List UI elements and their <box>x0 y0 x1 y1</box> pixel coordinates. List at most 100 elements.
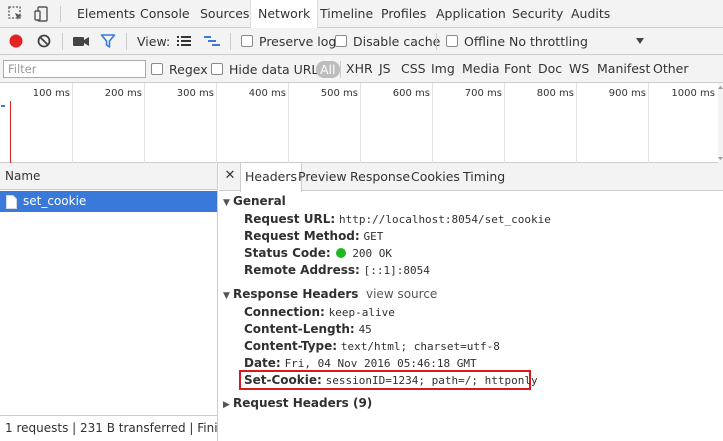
name-column-header[interactable]: Name <box>0 163 217 190</box>
tab-audits[interactable]: Audits <box>564 0 617 28</box>
timeline-gridline <box>288 83 289 163</box>
timeline-tick-label: 800 ms <box>536 88 574 99</box>
large-rows-icon[interactable] <box>176 34 192 48</box>
general-section-toggle[interactable]: ▼ General <box>223 194 286 208</box>
header-row: Request Method: GET <box>244 229 383 243</box>
general-section-title: General <box>233 194 286 208</box>
filter-icon[interactable] <box>100 33 116 49</box>
header-row: Connection: keep-alive <box>244 305 395 319</box>
header-row: Content-Type: text/html; charset=utf-8 <box>244 339 500 353</box>
request-headers-title: Request Headers (9) <box>233 396 373 410</box>
request-list: Name set_cookie 1 requests | 231 B trans… <box>0 163 218 441</box>
offline-checkbox[interactable] <box>446 35 458 47</box>
filter-type-all[interactable]: All <box>316 61 340 78</box>
waterfall-overview-icon[interactable] <box>203 34 221 48</box>
timeline-gridline <box>144 83 145 163</box>
timeline-gridline <box>576 83 577 163</box>
tab-preview[interactable]: Preview <box>294 163 351 191</box>
toolbar-divider <box>340 61 341 78</box>
header-row: Remote Address: [::1]:8054 <box>244 263 430 277</box>
capture-screenshots-icon[interactable] <box>72 33 90 49</box>
tab-timing[interactable]: Timing <box>459 163 509 191</box>
header-value: sessionID=1234; path=/; httponly <box>325 374 538 387</box>
tab-console[interactable]: Console <box>133 0 197 28</box>
header-value: text/html; charset=utf-8 <box>340 340 500 353</box>
view-source-link[interactable]: view source <box>366 287 437 301</box>
filter-type-other[interactable]: Other <box>650 55 692 83</box>
clear-icon[interactable] <box>36 33 52 49</box>
disable-cache-checkbox[interactable] <box>335 35 347 47</box>
timeline-tick-label: 100 ms <box>32 88 70 99</box>
device-mode-icon[interactable] <box>33 5 51 23</box>
regex-checkbox[interactable] <box>151 63 163 75</box>
preserve-log-label: Preserve log <box>259 34 337 49</box>
filter-type-font[interactable]: Font <box>501 55 534 83</box>
header-key: Content-Type: <box>244 339 338 353</box>
load-event-marker <box>10 101 11 163</box>
header-row: Content-Length: 45 <box>244 322 372 336</box>
filter-type-css[interactable]: CSS <box>398 55 429 83</box>
tab-security[interactable]: Security <box>505 0 570 28</box>
header-value: http://localhost:8054/set_cookie <box>338 213 551 226</box>
throttling-value: No throttling <box>509 34 588 49</box>
header-key: Set-Cookie: <box>244 373 322 387</box>
header-key: Request Method: <box>244 229 360 243</box>
tab-timeline[interactable]: Timeline <box>313 0 380 28</box>
toolbar-divider <box>230 33 231 50</box>
tab-network[interactable]: Network <box>250 0 319 28</box>
hide-data-urls-checkbox[interactable] <box>211 63 223 75</box>
header-value: Fri, 04 Nov 2016 05:46:18 GMT <box>284 357 477 370</box>
document-icon <box>6 195 17 209</box>
tab-profiles[interactable]: Profiles <box>374 0 433 28</box>
close-icon[interactable]: ✕ <box>222 168 238 184</box>
filter-type-img[interactable]: Img <box>428 55 458 83</box>
header-value: keep-alive <box>328 306 395 319</box>
timeline-scrollbar[interactable] <box>718 83 723 163</box>
triangle-right-icon: ▶ <box>223 400 230 410</box>
tab-cookies[interactable]: Cookies <box>407 163 464 191</box>
filter-bar: Regex Hide data URLs All XHR JS CSS Img … <box>0 55 723 83</box>
request-name: set_cookie <box>23 194 87 208</box>
header-value: 200 OK <box>352 247 393 260</box>
preserve-log-checkbox[interactable] <box>241 35 253 47</box>
filter-type-manifest[interactable]: Manifest <box>594 55 653 83</box>
timeline-tick-label: 400 ms <box>248 88 286 99</box>
throttling-select[interactable]: No throttling <box>509 28 649 55</box>
filter-input[interactable] <box>3 60 146 78</box>
record-icon[interactable] <box>8 33 24 49</box>
view-label: View: <box>137 34 171 49</box>
tab-elements[interactable]: Elements <box>70 0 142 28</box>
disable-cache-label: Disable cache <box>353 34 441 49</box>
header-row: Date: Fri, 04 Nov 2016 05:46:18 GMT <box>244 356 477 370</box>
header-key: Status Code: <box>244 246 331 260</box>
header-key: Request URL: <box>244 212 336 226</box>
hide-data-urls-label: Hide data URLs <box>229 62 325 77</box>
inspect-element-icon[interactable] <box>7 5 25 23</box>
tab-application[interactable]: Application <box>429 0 513 28</box>
request-details: ✕ Headers Preview Response Cookies Timin… <box>219 163 723 441</box>
header-value: 45 <box>358 323 372 336</box>
timeline-overview[interactable]: 100 ms 200 ms 300 ms 400 ms 500 ms 600 m… <box>0 83 723 163</box>
toolbar-divider <box>126 33 127 50</box>
filter-type-doc[interactable]: Doc <box>535 55 565 83</box>
filter-type-media[interactable]: Media <box>459 55 503 83</box>
request-row-set-cookie[interactable]: set_cookie <box>0 191 217 212</box>
response-headers-section-toggle[interactable]: ▼ Response Headers <box>223 287 358 301</box>
timeline-tick-label: 600 ms <box>392 88 430 99</box>
triangle-down-icon: ▼ <box>223 198 230 208</box>
timeline-gridline <box>72 83 73 163</box>
toolbar-divider <box>436 33 437 50</box>
filter-type-xhr[interactable]: XHR <box>343 55 376 83</box>
timeline-tick-label: 700 ms <box>464 88 502 99</box>
filter-type-ws[interactable]: WS <box>566 55 592 83</box>
timeline-gridline <box>432 83 433 163</box>
tab-response[interactable]: Response <box>346 163 414 191</box>
tab-sources[interactable]: Sources <box>193 0 256 28</box>
tab-headers[interactable]: Headers <box>240 163 303 192</box>
request-headers-section-toggle[interactable]: ▶ Request Headers (9) <box>223 396 372 410</box>
header-row-set-cookie: Set-Cookie: sessionID=1234; path=/; http… <box>244 373 538 387</box>
network-toolbar: View: Preserve log Disable cache Offline… <box>0 28 723 55</box>
header-key: Date: <box>244 356 281 370</box>
filter-type-js[interactable]: JS <box>376 55 394 83</box>
timeline-gridline <box>648 83 649 163</box>
